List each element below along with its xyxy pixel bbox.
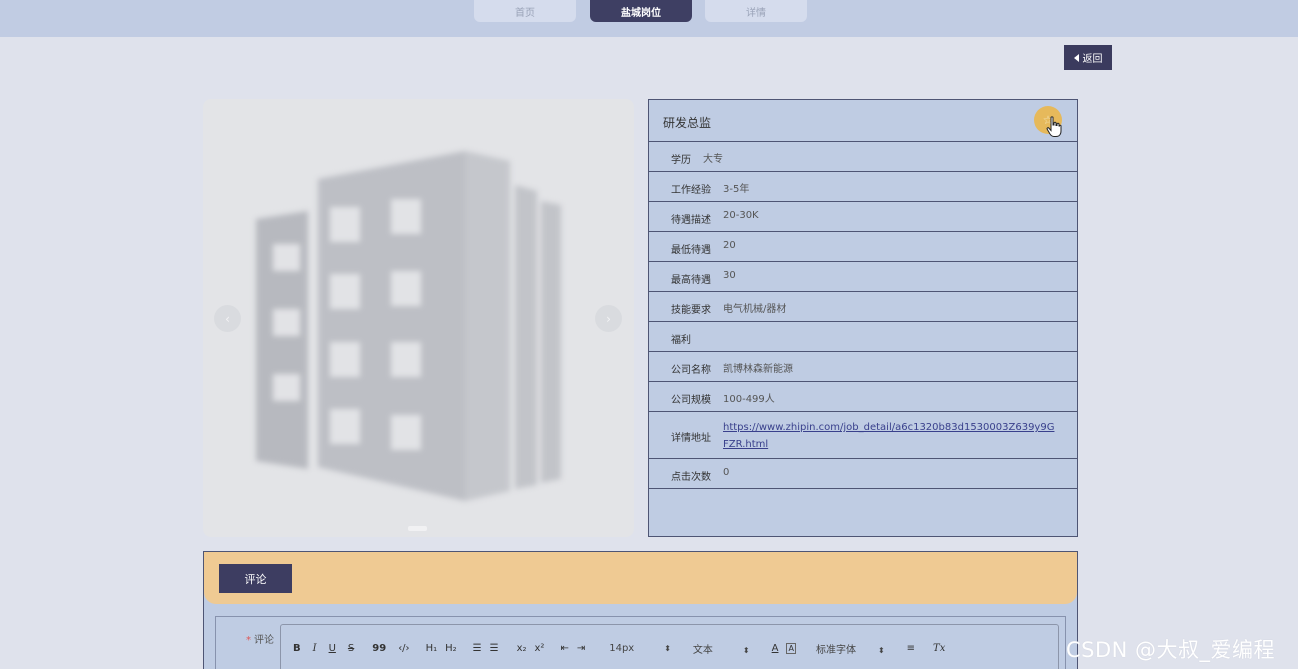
- row-value: 100-499人: [723, 394, 775, 405]
- carousel-next-button[interactable]: ›: [595, 305, 622, 332]
- info-row-click-count: 点击次数 0: [649, 459, 1077, 489]
- chevron-right-icon: ›: [606, 311, 611, 326]
- font-size-select[interactable]: 14px ⬍: [609, 643, 671, 654]
- comment-header: 评论: [204, 552, 1077, 604]
- nav-tab-yancheng-jobs[interactable]: 盐城岗位: [590, 0, 692, 22]
- underline-button[interactable]: U: [329, 643, 336, 654]
- carousel-indicator[interactable]: [408, 526, 427, 531]
- font-family-select[interactable]: 标准字体 ⬍: [816, 641, 885, 656]
- bullet-list-button[interactable]: ☰: [490, 643, 499, 654]
- font-family-value: 标准字体: [815, 645, 856, 656]
- select-arrows-icon: ⬍: [877, 646, 885, 655]
- csdn-watermark: CSDN @大叔_爱编程: [1066, 638, 1276, 662]
- job-info-header: 研发总监 ☆: [649, 100, 1077, 142]
- row-value: 0: [723, 467, 730, 478]
- info-row-education: 学历 大专: [649, 142, 1077, 172]
- background-color-button[interactable]: A: [786, 643, 796, 654]
- comment-panel: 评论 * 评论 B I U S 99 ‹/› H₁ H₂ ☰ ☰ x₂ x² ⇤ …: [203, 551, 1078, 669]
- outdent-button[interactable]: ⇤: [560, 643, 568, 654]
- tab-comments[interactable]: 评论: [219, 564, 292, 593]
- nav-tab-details[interactable]: 详情: [705, 0, 807, 22]
- font-color-button[interactable]: A: [772, 643, 779, 654]
- align-button[interactable]: ≡: [907, 643, 915, 654]
- blockquote-button[interactable]: 99: [372, 643, 386, 654]
- row-label: 技能要求: [671, 305, 711, 316]
- indent-button[interactable]: ⇥: [577, 643, 585, 654]
- info-row-company-size: 公司规模 100-499人: [649, 382, 1077, 412]
- comment-label-text: 评论: [254, 635, 274, 646]
- row-value: 20-30K: [723, 210, 759, 221]
- hand-cursor-icon: [1046, 116, 1062, 137]
- back-button[interactable]: 返回: [1064, 45, 1112, 70]
- row-label: 最高待遇: [671, 275, 711, 286]
- info-row-max-salary: 最高待遇 30: [649, 262, 1077, 292]
- info-row-salary-desc: 待遇描述 20-30K: [649, 202, 1077, 232]
- row-value: 大专: [703, 154, 723, 165]
- row-label: 工作经验: [671, 185, 711, 196]
- editor-toolbar: B I U S 99 ‹/› H₁ H₂ ☰ ☰ x₂ x² ⇤ ⇥ 14px ⬍…: [293, 641, 957, 656]
- info-row-experience: 工作经验 3-5年: [649, 172, 1077, 202]
- nav-tab-home[interactable]: 首页: [474, 0, 576, 22]
- top-nav-bar: 首页 盐城岗位 详情: [0, 0, 1298, 37]
- job-info-panel: 研发总监 ☆ 学历 大专 工作经验 3-5年 待遇描述 20-30K 最低待遇 …: [648, 99, 1078, 537]
- image-carousel: [203, 99, 634, 537]
- caret-left-icon: [1073, 53, 1079, 62]
- info-row-company-name: 公司名称 凯博林森新能源: [649, 352, 1077, 382]
- row-value: 30: [723, 270, 736, 281]
- row-value: 电气机械/器材: [723, 304, 787, 315]
- row-label: 详情地址: [671, 433, 711, 444]
- clean-format-button[interactable]: Tx: [933, 643, 945, 654]
- info-row-detail-url: 详情地址 https://www.zhipin.com/job_detail/a…: [649, 412, 1077, 459]
- row-label: 公司规模: [671, 395, 711, 406]
- chevron-left-icon: ‹: [225, 311, 230, 326]
- building-placeholder-image: [256, 151, 561, 501]
- carousel-prev-button[interactable]: ‹: [214, 305, 241, 332]
- rich-text-editor[interactable]: B I U S 99 ‹/› H₁ H₂ ☰ ☰ x₂ x² ⇤ ⇥ 14px ⬍…: [280, 624, 1059, 669]
- subscript-button[interactable]: x₂: [517, 643, 527, 654]
- select-arrows-icon: ⬍: [742, 646, 750, 655]
- comment-field-label: * 评论: [246, 631, 274, 646]
- italic-button[interactable]: I: [313, 643, 317, 654]
- h2-button[interactable]: H₂: [445, 643, 457, 654]
- job-title: 研发总监: [663, 116, 712, 130]
- required-mark: *: [246, 635, 251, 646]
- h1-button[interactable]: H₁: [426, 643, 438, 654]
- font-size-value: 14px: [609, 643, 635, 654]
- ordered-list-button[interactable]: ☰: [473, 643, 482, 654]
- superscript-button[interactable]: x²: [535, 643, 545, 654]
- header-select[interactable]: 文本 ⬍: [693, 641, 750, 656]
- row-value: 凯博林森新能源: [723, 364, 793, 375]
- back-button-label: 返回: [1082, 54, 1103, 65]
- row-label: 最低待遇: [671, 245, 711, 256]
- bold-button[interactable]: B: [293, 643, 301, 654]
- info-row-min-salary: 最低待遇 20: [649, 232, 1077, 262]
- row-label: 学历: [671, 155, 691, 166]
- row-label: 福利: [671, 335, 691, 346]
- header-select-value: 文本: [692, 645, 713, 656]
- row-value: 20: [723, 240, 736, 251]
- comment-form: * 评论 B I U S 99 ‹/› H₁ H₂ ☰ ☰ x₂ x² ⇤ ⇥ 1…: [215, 616, 1066, 669]
- row-label: 点击次数: [671, 472, 711, 483]
- row-label: 公司名称: [671, 365, 711, 376]
- code-block-button[interactable]: ‹/›: [398, 643, 409, 654]
- info-row-benefits: 福利: [649, 322, 1077, 352]
- detail-url-link[interactable]: https://www.zhipin.com/job_detail/a6c132…: [723, 419, 1058, 453]
- info-row-skills: 技能要求 电气机械/器材: [649, 292, 1077, 322]
- select-arrows-icon: ⬍: [664, 644, 671, 653]
- row-label: 待遇描述: [671, 215, 711, 226]
- strike-button[interactable]: S: [348, 643, 354, 654]
- row-value: 3-5年: [723, 184, 750, 195]
